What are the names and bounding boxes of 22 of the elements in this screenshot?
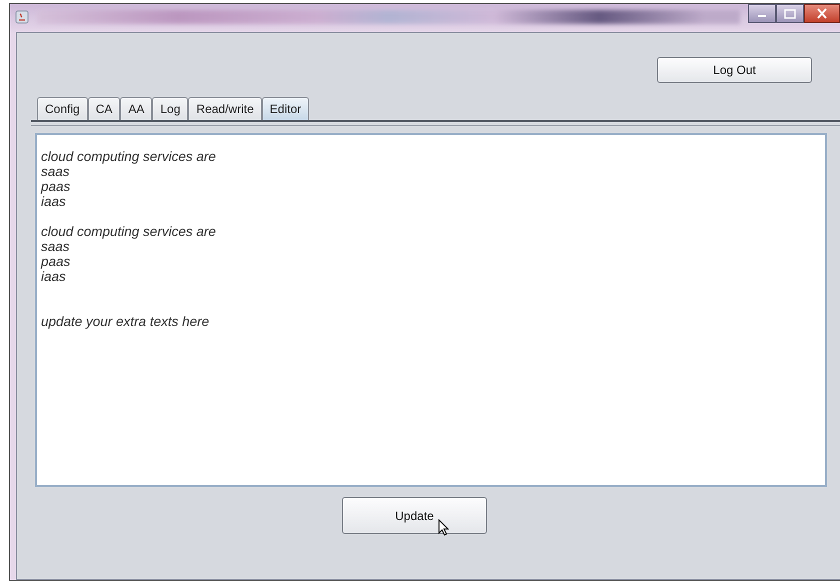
tab[interactable]: Config bbox=[37, 97, 88, 120]
text-line: iaas bbox=[41, 269, 67, 284]
tab[interactable]: CA bbox=[88, 97, 120, 120]
text-line: paas bbox=[41, 254, 72, 269]
tab[interactable]: AA bbox=[120, 97, 152, 120]
text-line: update your extra texts here bbox=[41, 314, 210, 329]
text-editor[interactable]: cloud computing services are saas paas iaas cloud computing services are saas paas iaas update your extra texts here bbox=[35, 133, 827, 487]
maximize-icon[interactable] bbox=[776, 4, 804, 23]
mouse-cursor-icon bbox=[438, 519, 449, 536]
text-line: paas bbox=[41, 179, 72, 194]
tab[interactable]: Editor bbox=[262, 97, 310, 120]
tab[interactable]: Read/write bbox=[188, 97, 262, 120]
log-out-button[interactable]: Log Out bbox=[657, 57, 812, 83]
close-icon[interactable] bbox=[804, 4, 840, 23]
tab[interactable]: Log bbox=[152, 97, 188, 120]
text-line: iaas bbox=[41, 194, 67, 209]
text-line: cloud computing services are bbox=[41, 149, 217, 164]
text-line: cloud computing services are bbox=[41, 224, 217, 239]
update-button[interactable]: Update bbox=[342, 497, 487, 534]
text-line: saas bbox=[41, 164, 71, 179]
minimize-icon[interactable] bbox=[748, 4, 776, 23]
text-line: saas bbox=[41, 239, 71, 254]
